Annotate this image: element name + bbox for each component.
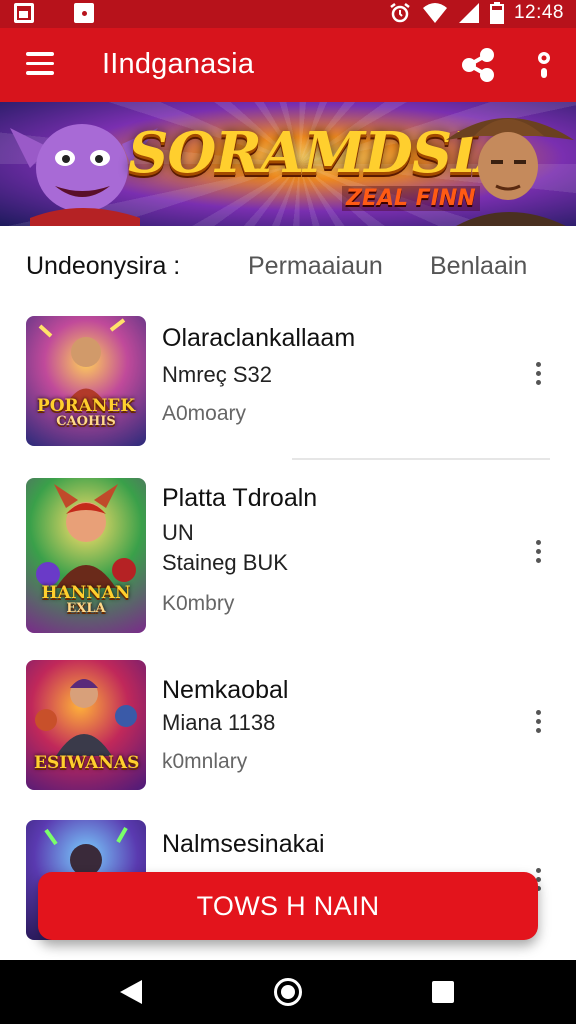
category-tabs: Undeonysira : Permaaiaun Benlaain bbox=[0, 226, 576, 300]
item-category: A0moary bbox=[162, 402, 247, 425]
back-icon[interactable] bbox=[120, 980, 142, 1004]
item-title: Platta Tdroaln bbox=[162, 484, 318, 512]
alarm-icon bbox=[390, 3, 410, 23]
more-options-icon[interactable] bbox=[530, 710, 546, 740]
item-detail: Miana 1138 bbox=[162, 710, 276, 735]
item-category: K0mbry bbox=[162, 592, 235, 615]
thumbnail-subtitle: CAOHIS bbox=[56, 414, 116, 429]
gallery-notification-icon bbox=[14, 3, 34, 23]
game-thumbnail: HANNAN EXLA bbox=[26, 478, 146, 633]
recent-apps-icon[interactable] bbox=[432, 981, 454, 1003]
cowboy-character-illustration bbox=[446, 118, 574, 226]
share-icon[interactable] bbox=[460, 48, 496, 82]
app-bar: IIndganasia bbox=[0, 28, 576, 102]
item-title: Nalmsesinakai bbox=[162, 830, 325, 858]
more-vert-icon[interactable] bbox=[534, 50, 554, 84]
item-detail: Nmreç S32 bbox=[162, 362, 273, 387]
divider bbox=[292, 458, 550, 460]
thumbnail-title: PORANEK bbox=[36, 396, 136, 416]
status-bar: 12:48 bbox=[0, 0, 576, 28]
item-detail: UN bbox=[162, 520, 194, 545]
battery-icon bbox=[489, 2, 504, 24]
app-notification-icon bbox=[74, 3, 94, 23]
system-navigation-bar bbox=[0, 960, 576, 1024]
item-title: Olaraclankallaam bbox=[162, 324, 356, 352]
home-icon[interactable] bbox=[274, 978, 302, 1006]
thumbnail-title: HANNAN bbox=[41, 583, 131, 603]
wifi-icon bbox=[422, 3, 447, 23]
thumbnail-title: ESIWANAS bbox=[34, 753, 140, 773]
more-options-icon[interactable] bbox=[530, 362, 546, 392]
item-detail-secondary: Staineg BUK bbox=[162, 550, 288, 575]
promo-banner[interactable]: SORAMDSIA ZEAL FINN bbox=[0, 102, 576, 226]
signal-icon bbox=[458, 3, 479, 23]
game-thumbnail: ESIWANAS bbox=[26, 660, 146, 790]
app-title: IIndganasia bbox=[102, 48, 255, 80]
thumbnail-subtitle: EXLA bbox=[66, 601, 106, 616]
tab-third[interactable]: Benlaain bbox=[430, 252, 527, 281]
tab-selected[interactable]: Undeonysira : bbox=[26, 252, 180, 281]
more-options-icon[interactable] bbox=[530, 540, 546, 570]
item-title: Nemkaobal bbox=[162, 676, 289, 704]
status-time: 12:48 bbox=[513, 2, 564, 23]
primary-action-button[interactable]: TOWS H NAIN bbox=[38, 872, 538, 940]
item-category: k0mnlary bbox=[162, 750, 248, 773]
hamburger-icon[interactable] bbox=[26, 52, 54, 76]
tab-second[interactable]: Permaaiaun bbox=[248, 252, 383, 281]
game-thumbnail: PORANEK CAOHIS bbox=[26, 316, 146, 446]
